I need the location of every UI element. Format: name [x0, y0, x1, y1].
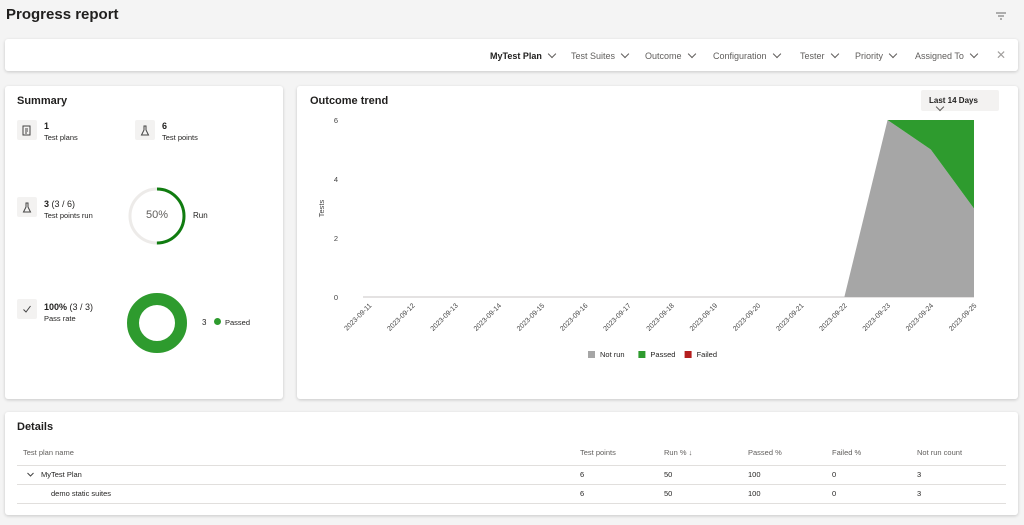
filter-assigned-to[interactable]: Assigned To [915, 49, 979, 61]
x-tick-label: 2023-09-20 [732, 302, 762, 332]
cell-failed: 0 [832, 470, 837, 479]
col-test-points[interactable]: Test points [580, 448, 616, 457]
y-tick-label: 6 [334, 116, 338, 125]
y-axis-label: Tests [317, 200, 326, 218]
cell-run: 50 [664, 470, 673, 479]
header-divider [17, 465, 1006, 466]
x-tick-label: 2023-09-14 [473, 302, 503, 332]
x-tick-label: 2023-09-16 [559, 302, 589, 332]
chevron-down-icon [888, 49, 898, 59]
filter-bar: MyTest Plan Test Suites Outcome Configur… [5, 39, 1018, 71]
cell-points: 6 [580, 489, 585, 498]
y-tick-label: 0 [334, 293, 338, 302]
col-failed-percent[interactable]: Failed % [832, 448, 861, 457]
x-tick-label: 2023-09-12 [386, 302, 416, 332]
x-tick-label: 2023-09-22 [818, 302, 848, 332]
pass-ring [127, 293, 187, 353]
filter-icon[interactable] [994, 9, 1008, 23]
x-tick-label: 2023-09-11 [344, 302, 374, 332]
plan-name[interactable]: MyTest Plan [41, 470, 82, 479]
passed-legend-label: Passed [225, 318, 251, 327]
checkmark-icon [17, 299, 37, 319]
points-run-label: Test points run [44, 211, 93, 220]
filter-tester[interactable]: Tester [800, 49, 839, 61]
x-tick-label: 2023-09-17 [602, 302, 632, 332]
chevron-down-icon [687, 49, 696, 59]
chevron-down-icon [772, 49, 781, 59]
col-run-percent[interactable]: Run % ↓ [664, 448, 692, 457]
filter-test-suites[interactable]: Test Suites [571, 49, 630, 61]
row-divider [17, 484, 1006, 485]
run-percent: 50% [145, 209, 169, 221]
x-tick-label: 2023-09-21 [775, 302, 805, 332]
col-test-plan-name[interactable]: Test plan name [23, 448, 74, 457]
x-tick-label: 2023-09-25 [948, 302, 978, 332]
x-tick-label: 2023-09-15 [516, 302, 546, 332]
cell-passed: 100 [748, 489, 761, 498]
pass-rate-label: Pass rate [44, 314, 76, 323]
flask-icon [135, 120, 155, 140]
points-run-value: 3 (3 / 6) [44, 199, 76, 209]
legend-label: Not run [600, 350, 625, 359]
test-points-value: 6 [162, 121, 168, 131]
cell-notrun: 3 [917, 470, 922, 479]
filter-priority[interactable]: Priority [855, 49, 898, 61]
chevron-down-icon [830, 49, 839, 59]
outcome-trend-card: Outcome trend Last 14 Days 0 2 4 6 Tests 2023… [297, 86, 1018, 399]
test-plan-icon [17, 120, 37, 140]
filter-test-plan[interactable]: MyTest Plan [490, 49, 557, 61]
cell-run: 50 [664, 489, 673, 498]
chevron-down-icon [547, 49, 557, 59]
summary-title: Summary [17, 95, 68, 107]
cell-failed: 0 [832, 489, 837, 498]
suite-name[interactable]: demo static suites [51, 489, 111, 498]
x-tick-label: 2023-09-24 [905, 302, 935, 332]
x-tick-label: 2023-09-18 [646, 302, 676, 332]
chevron-down-icon [969, 49, 979, 59]
pass-rate-value: 100% (3 / 3) [44, 302, 94, 312]
col-passed-percent[interactable]: Passed % [748, 448, 782, 457]
passed-count: 3 [202, 318, 207, 327]
run-label: Run [193, 211, 208, 220]
legend-swatch [638, 351, 646, 358]
chevron-down-icon [620, 49, 630, 59]
filter-configuration[interactable]: Configuration [713, 49, 781, 61]
test-plans-value: 1 [44, 121, 50, 131]
filter-outcome[interactable]: Outcome [645, 49, 696, 61]
series-not-run [369, 120, 974, 297]
chevron-down-icon[interactable] [26, 470, 35, 479]
legend-swatch [588, 351, 595, 358]
page-title: Progress report [6, 6, 119, 23]
legend-label: Passed [650, 350, 675, 359]
cell-passed: 100 [748, 470, 761, 479]
col-not-run-count[interactable]: Not run count [917, 448, 962, 457]
x-tick-label: 2023-09-13 [430, 302, 460, 332]
legend-swatch [684, 351, 692, 358]
cell-notrun: 3 [917, 489, 922, 498]
legend-label: Failed [697, 350, 717, 359]
y-tick-label: 4 [334, 175, 338, 184]
summary-card: Summary 1 Test plans 6 Test points 3 (3 … [5, 86, 283, 399]
passed-legend-dot [214, 318, 221, 325]
x-tick-label: 2023-09-23 [862, 302, 892, 332]
details-card: Details Test plan name Test points Run %… [5, 412, 1018, 515]
details-title: Details [17, 421, 54, 433]
row-divider [17, 503, 1006, 504]
x-tick-label: 2023-09-19 [689, 302, 719, 332]
test-points-label: Test points [162, 133, 198, 142]
cell-points: 6 [580, 470, 585, 479]
outcome-trend-chart: 0 2 4 6 Tests 2023-09-11 2023-09-12 2023-09-13 2… [317, 116, 978, 359]
close-icon[interactable]: ✕ [996, 48, 1006, 62]
flask-icon [17, 197, 37, 217]
test-plans-label: Test plans [44, 133, 78, 142]
y-tick-label: 2 [334, 234, 338, 243]
